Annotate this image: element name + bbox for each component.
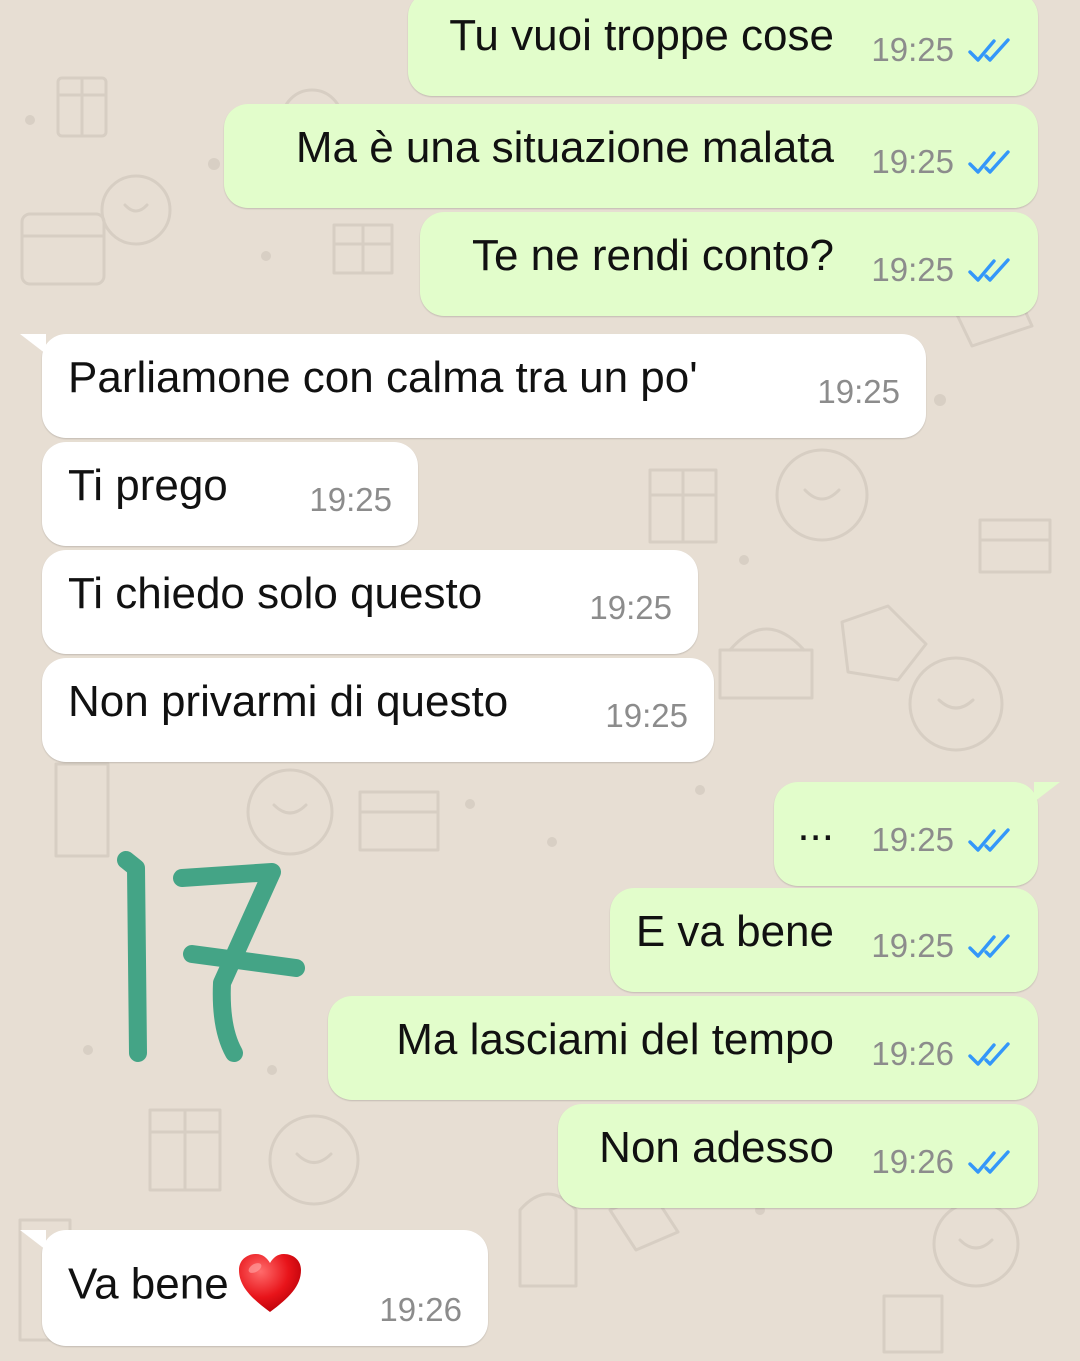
message-meta: 19:25 [871,821,1012,858]
message-time: 19:26 [871,1035,954,1072]
message-bubble-outgoing[interactable]: Tu vuoi troppe cose 19:25 [408,0,1038,96]
message-text-content: Va bene [68,1259,229,1309]
double-check-icon [968,934,1010,958]
message-time: 19:25 [871,31,954,68]
double-check-icon [968,150,1010,174]
message-meta: 19:26 [871,1035,1012,1072]
message-meta: 19:25 [817,373,900,410]
message-bubble-outgoing[interactable]: Te ne rendi conto? 19:25 [420,212,1038,316]
message-meta: 19:25 [589,589,672,626]
message-text: Tu vuoi troppe cose [449,11,834,60]
message-text: Non adesso [599,1123,834,1172]
message-meta: 19:25 [871,927,1012,964]
message-text: Non privarmi di questo [68,677,509,726]
message-meta: 19:25 [871,143,1012,180]
message-time: 19:25 [871,251,954,288]
message-bubble-incoming[interactable]: Non privarmi di questo 19:25 [42,658,714,762]
message-meta: 19:26 [871,1143,1012,1180]
message-time: 19:26 [379,1291,462,1328]
message-bubble-outgoing[interactable]: ... 19:25 [774,782,1060,886]
message-time: 19:26 [871,1143,954,1180]
message-text: Ti chiedo solo questo [68,569,483,618]
message-text: E va bene [635,907,834,956]
handwritten-annotation: 17 [117,851,305,1062]
message-time: 19:25 [871,143,954,180]
message-meta: 19:26 [379,1291,462,1328]
message-bubble-incoming[interactable]: Ti prego 19:25 [42,442,418,546]
message-text: Parliamone con calma tra un po' [68,353,698,402]
message-bubble-outgoing[interactable]: E va bene 19:25 [610,888,1038,992]
message-time: 19:25 [871,821,954,858]
message-text: Ti prego [68,461,228,510]
message-time: 19:25 [589,589,672,626]
message-bubble-outgoing[interactable]: Ma lasciami del tempo 19:26 [328,996,1038,1100]
message-bubble-incoming[interactable]: Ti chiedo solo questo 19:25 [42,550,698,654]
message-bubble-outgoing[interactable]: Non adesso 19:26 [558,1104,1038,1208]
message-time: 19:25 [817,373,900,410]
message-meta: 19:25 [605,697,688,734]
message-meta: 19:25 [871,31,1012,68]
message-bubble-incoming[interactable]: Va bene 19:26 [20,1230,488,1346]
message-time: 19:25 [309,481,392,518]
message-meta: 19:25 [871,251,1012,288]
heart-emoji [238,1254,301,1312]
double-check-icon [968,258,1010,282]
message-bubble-incoming[interactable]: Parliamone con calma tra un po' 19:25 [20,334,926,438]
message-text: ... [797,801,834,850]
double-check-icon [968,1042,1010,1066]
message-meta: 19:25 [309,481,392,518]
message-text: Te ne rendi conto? [471,231,834,280]
double-check-icon [968,38,1010,62]
message-time: 19:25 [605,697,688,734]
double-check-icon [968,1150,1010,1174]
message-text: Ma è una situazione malata [295,123,834,172]
message-text: Ma lasciami del tempo [396,1015,834,1064]
message-time: 19:25 [871,927,954,964]
message-text: Va bene [68,1254,303,1318]
message-bubble-outgoing[interactable]: Ma è una situazione malata 19:25 [224,104,1038,208]
double-check-icon [968,828,1010,852]
